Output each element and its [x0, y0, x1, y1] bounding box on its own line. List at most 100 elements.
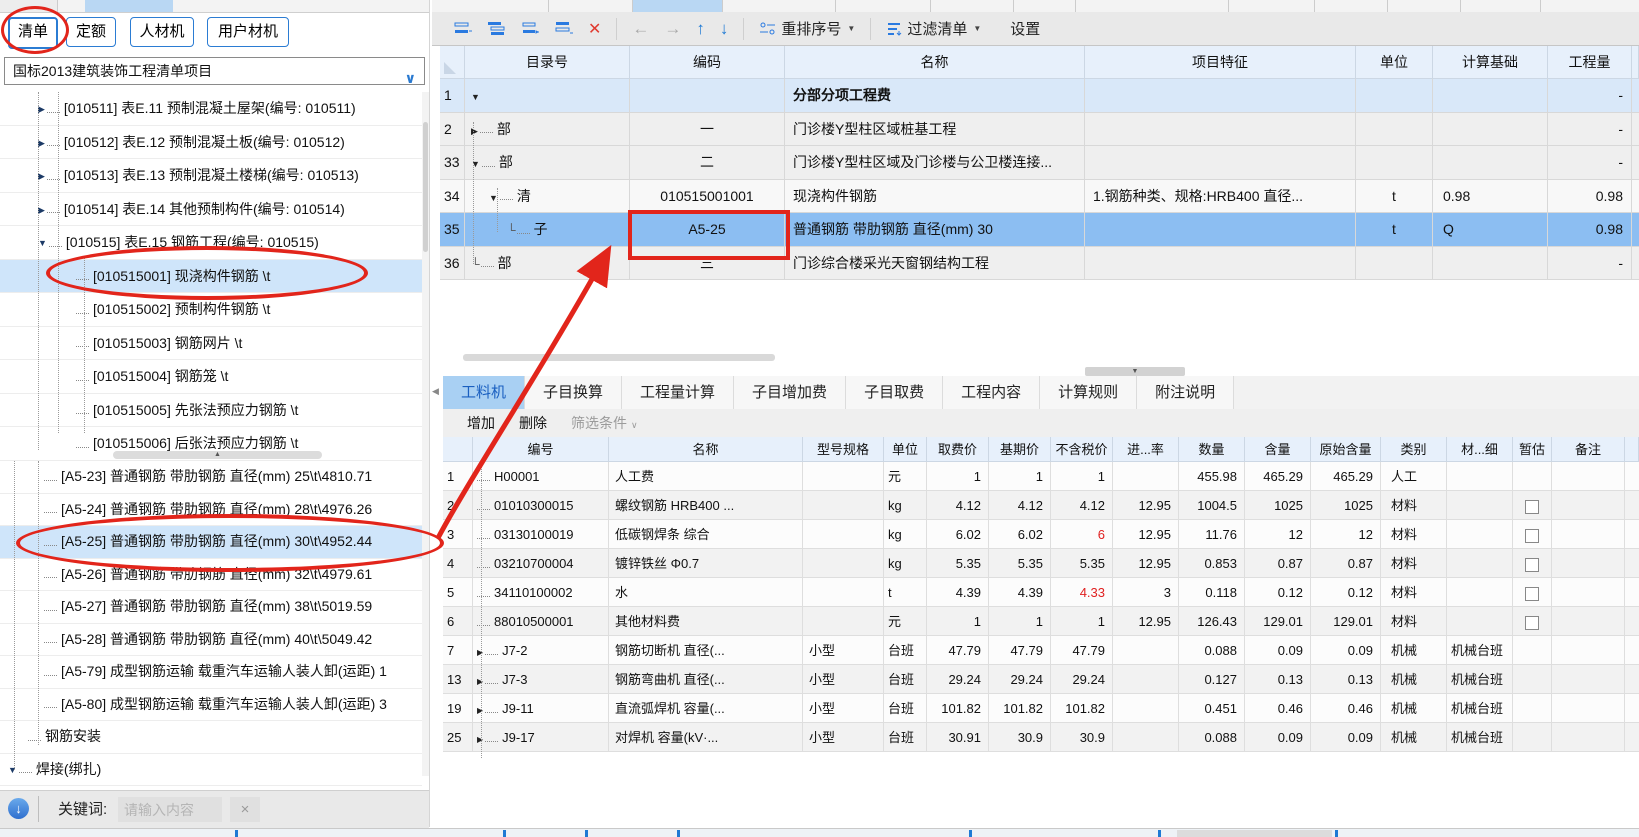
expand-icon[interactable]: ▶ — [38, 138, 45, 148]
checkbox[interactable] — [1525, 587, 1539, 601]
panel-splitter-handle[interactable]: ▼ — [1085, 367, 1185, 376]
code-cell[interactable]: 三 — [630, 247, 785, 281]
machine-detail-cell[interactable]: 机械台班 — [1447, 694, 1513, 723]
quantity-cell[interactable]: 126.43 — [1179, 607, 1245, 636]
original-content-cell[interactable]: 0.46 — [1311, 694, 1381, 723]
table-row[interactable]: 534110100002水t4.394.394.3330.1180.120.12… — [443, 578, 1639, 607]
base-price-cell[interactable]: 5.35 — [989, 549, 1051, 578]
notax-price-cell[interactable]: 4.12 — [1051, 491, 1113, 520]
base-price-cell[interactable]: 1 — [989, 607, 1051, 636]
checkbox[interactable] — [1525, 529, 1539, 543]
code-cell[interactable]: 一 — [630, 113, 785, 147]
original-content-cell[interactable]: 0.09 — [1311, 636, 1381, 665]
code-cell[interactable]: 03210700004 — [473, 549, 609, 578]
table-row[interactable]: 35└子A5-25普通钢筋 带肋钢筋 直径(mm) 30tQ0.98 — [440, 213, 1639, 247]
code-cell[interactable]: 03130100019 — [473, 520, 609, 549]
machine-detail-cell[interactable] — [1447, 520, 1513, 549]
standard-dropdown[interactable]: 国标2013建筑装饰工程清单项目 ∨ — [4, 57, 425, 85]
name-cell[interactable]: 对焊机 容量(kV·... — [609, 723, 803, 752]
original-content-cell[interactable]: 12 — [1311, 520, 1381, 549]
basis-cell[interactable] — [1433, 79, 1548, 113]
column-header[interactable]: 单位 — [1356, 46, 1433, 79]
code-cell[interactable]: A5-25 — [630, 213, 785, 247]
content-cell[interactable]: 0.13 — [1245, 665, 1311, 694]
quantity-cell[interactable]: 0.451 — [1179, 694, 1245, 723]
tree-item[interactable]: ▼[010515] 表E.15 钢筋工程(编号: 010515) — [0, 226, 422, 260]
quantity-cell[interactable]: - — [1548, 113, 1632, 147]
machine-detail-cell[interactable] — [1447, 491, 1513, 520]
feature-cell[interactable] — [1085, 79, 1356, 113]
scrollbar-thumb[interactable] — [423, 122, 428, 252]
feature-cell[interactable] — [1085, 146, 1356, 180]
collapse-left-icon[interactable]: ◀ — [432, 386, 439, 397]
rate-cell[interactable] — [1113, 665, 1179, 694]
remark-cell[interactable] — [1552, 607, 1625, 636]
fee-price-cell[interactable]: 47.79 — [927, 636, 989, 665]
category-cell[interactable]: 机械 — [1381, 723, 1447, 752]
unit-cell[interactable]: t — [884, 578, 927, 607]
tree-item[interactable]: [A5-24] 普通钢筋 带肋钢筋 直径(mm) 28\t\4976.26 — [0, 494, 422, 527]
category-cell[interactable]: 材料 — [1381, 607, 1447, 636]
undo-icon[interactable]: ← — [632, 19, 649, 39]
rate-cell[interactable] — [1113, 636, 1179, 665]
quantity-cell[interactable]: 0.98 — [1548, 213, 1632, 247]
code-cell[interactable] — [630, 79, 785, 113]
fee-price-cell[interactable]: 29.24 — [927, 665, 989, 694]
notax-price-cell[interactable]: 47.79 — [1051, 636, 1113, 665]
notax-price-cell[interactable]: 29.24 — [1051, 665, 1113, 694]
name-cell[interactable]: 其他材料费 — [609, 607, 803, 636]
name-cell[interactable]: 人工费 — [609, 462, 803, 491]
tab-detail[interactable]: 子目增加费 — [734, 376, 846, 409]
tab-detail[interactable]: 附注说明 — [1137, 376, 1234, 409]
filter-criteria-button[interactable]: 筛选条件∨ — [571, 413, 638, 433]
content-cell[interactable]: 129.01 — [1245, 607, 1311, 636]
column-header[interactable]: 材...细 — [1447, 437, 1513, 462]
table-row[interactable]: 303130100019低碳钢焊条 综合kg6.026.02612.9511.7… — [443, 520, 1639, 549]
collapse-icon[interactable]: ▼ — [38, 238, 47, 248]
unit-cell[interactable]: 元 — [884, 607, 927, 636]
column-header[interactable]: 名称 — [609, 437, 803, 462]
column-header[interactable]: 编号 — [473, 437, 609, 462]
column-header[interactable]: 单位 — [884, 437, 927, 462]
notax-price-cell[interactable]: 4.33 — [1051, 578, 1113, 607]
remark-cell[interactable] — [1552, 636, 1625, 665]
basis-cell[interactable] — [1433, 113, 1548, 147]
filter-listing-button[interactable]: 过滤清单 ▼ — [886, 18, 981, 39]
column-header[interactable]: 暂估 — [1513, 437, 1552, 462]
rearrange-number-button[interactable]: 重排序号 ▼ — [759, 18, 855, 39]
machine-detail-cell[interactable] — [1447, 607, 1513, 636]
machine-detail-cell[interactable]: 机械台班 — [1447, 665, 1513, 694]
delete-button[interactable]: 删除 — [519, 413, 547, 433]
unit-cell[interactable] — [1356, 247, 1433, 281]
tree-item[interactable]: [A5-26] 普通钢筋 带肋钢筋 直径(mm) 32\t\4979.61 — [0, 559, 422, 592]
labor-machine-button[interactable]: 人材机 — [130, 17, 194, 47]
quantity-cell[interactable]: 0.853 — [1179, 549, 1245, 578]
code-cell[interactable]: ▶J7-2 — [473, 636, 609, 665]
tree-item[interactable]: ▶[010511] 表E.11 预制混凝土屋架(编号: 010511) — [0, 92, 422, 126]
content-cell[interactable]: 1025 — [1245, 491, 1311, 520]
left-scrollbar[interactable] — [422, 92, 429, 776]
tree-item[interactable]: [A5-27] 普通钢筋 带肋钢筋 直径(mm) 38\t\5019.59 — [0, 591, 422, 624]
category-cell[interactable]: 材料 — [1381, 520, 1447, 549]
name-cell[interactable]: 门诊楼Y型柱区域桩基工程 — [785, 113, 1085, 147]
table-row[interactable]: 688010500001其他材料费元11112.95126.43129.0112… — [443, 607, 1639, 636]
quantity-cell[interactable]: 11.76 — [1179, 520, 1245, 549]
code-cell[interactable]: ▶J9-17 — [473, 723, 609, 752]
rate-cell[interactable] — [1113, 694, 1179, 723]
rate-cell[interactable]: 12.95 — [1113, 520, 1179, 549]
feature-cell[interactable] — [1085, 247, 1356, 281]
code-cell[interactable]: ▶J9-11 — [473, 694, 609, 723]
quantity-cell[interactable]: 455.98 — [1179, 462, 1245, 491]
tab-active-detail[interactable]: 工料机 — [443, 376, 525, 409]
table-row[interactable]: 7▶J7-2钢筋切断机 直径(...小型台班47.7947.7947.790.0… — [443, 636, 1639, 665]
basis-cell[interactable] — [1433, 146, 1548, 180]
cut-tab-active[interactable] — [85, 0, 173, 12]
name-cell[interactable]: 低碳钢焊条 综合 — [609, 520, 803, 549]
fee-price-cell[interactable]: 4.12 — [927, 491, 989, 520]
category-cell[interactable]: 材料 — [1381, 578, 1447, 607]
category-cell[interactable]: 机械 — [1381, 636, 1447, 665]
checkbox[interactable] — [1525, 500, 1539, 514]
tree-item[interactable]: [A5-23] 普通钢筋 带肋钢筋 直径(mm) 25\t\4810.71 — [0, 461, 422, 494]
fee-price-cell[interactable]: 1 — [927, 462, 989, 491]
category-cell[interactable]: 材料 — [1381, 549, 1447, 578]
